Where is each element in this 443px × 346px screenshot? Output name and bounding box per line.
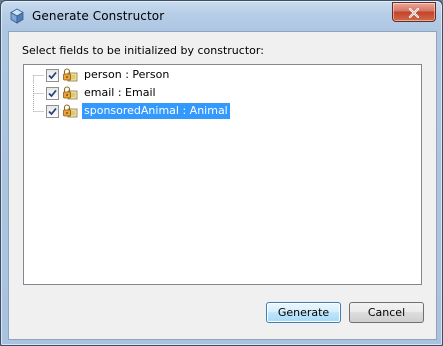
- field-checkbox[interactable]: [46, 87, 59, 100]
- netbeans-cube-icon: [9, 8, 25, 24]
- tree-connector: [33, 103, 44, 120]
- private-field-lock-icon: [62, 67, 78, 83]
- dialog-content: Select fields to be initialized by const…: [8, 31, 437, 340]
- private-field-lock-icon: [62, 85, 78, 101]
- field-label-email: email : Email: [84, 86, 156, 99]
- close-icon: [408, 3, 420, 22]
- title-bar[interactable]: Generate Constructor: [1, 1, 442, 31]
- tree-connector: [33, 85, 44, 102]
- tree-connector: [33, 67, 44, 84]
- tree-item-person[interactable]: person : Person: [24, 67, 421, 84]
- field-checkbox[interactable]: [46, 69, 59, 82]
- tree-item-sponsored-animal[interactable]: sponsoredAnimal : Animal: [24, 103, 421, 120]
- fields-tree[interactable]: person : Person email: Email sponsoredA…: [23, 64, 422, 285]
- prompt-label: Select fields to be initialized by const…: [22, 44, 264, 57]
- private-field-lock-icon: [62, 103, 78, 119]
- field-checkbox[interactable]: [46, 105, 59, 118]
- window-title: Generate Constructor: [32, 9, 165, 23]
- generate-constructor-dialog: Generate Constructor Select fields to be…: [0, 0, 443, 346]
- tree-item-email[interactable]: email : Email: [24, 85, 421, 102]
- close-button[interactable]: [392, 2, 436, 22]
- field-label-person: person : Person: [84, 68, 170, 81]
- field-label-sponsored-animal: sponsoredAnimal : Animal: [82, 103, 230, 119]
- generate-button[interactable]: Generate: [266, 302, 341, 323]
- cancel-button[interactable]: Cancel: [349, 302, 424, 323]
